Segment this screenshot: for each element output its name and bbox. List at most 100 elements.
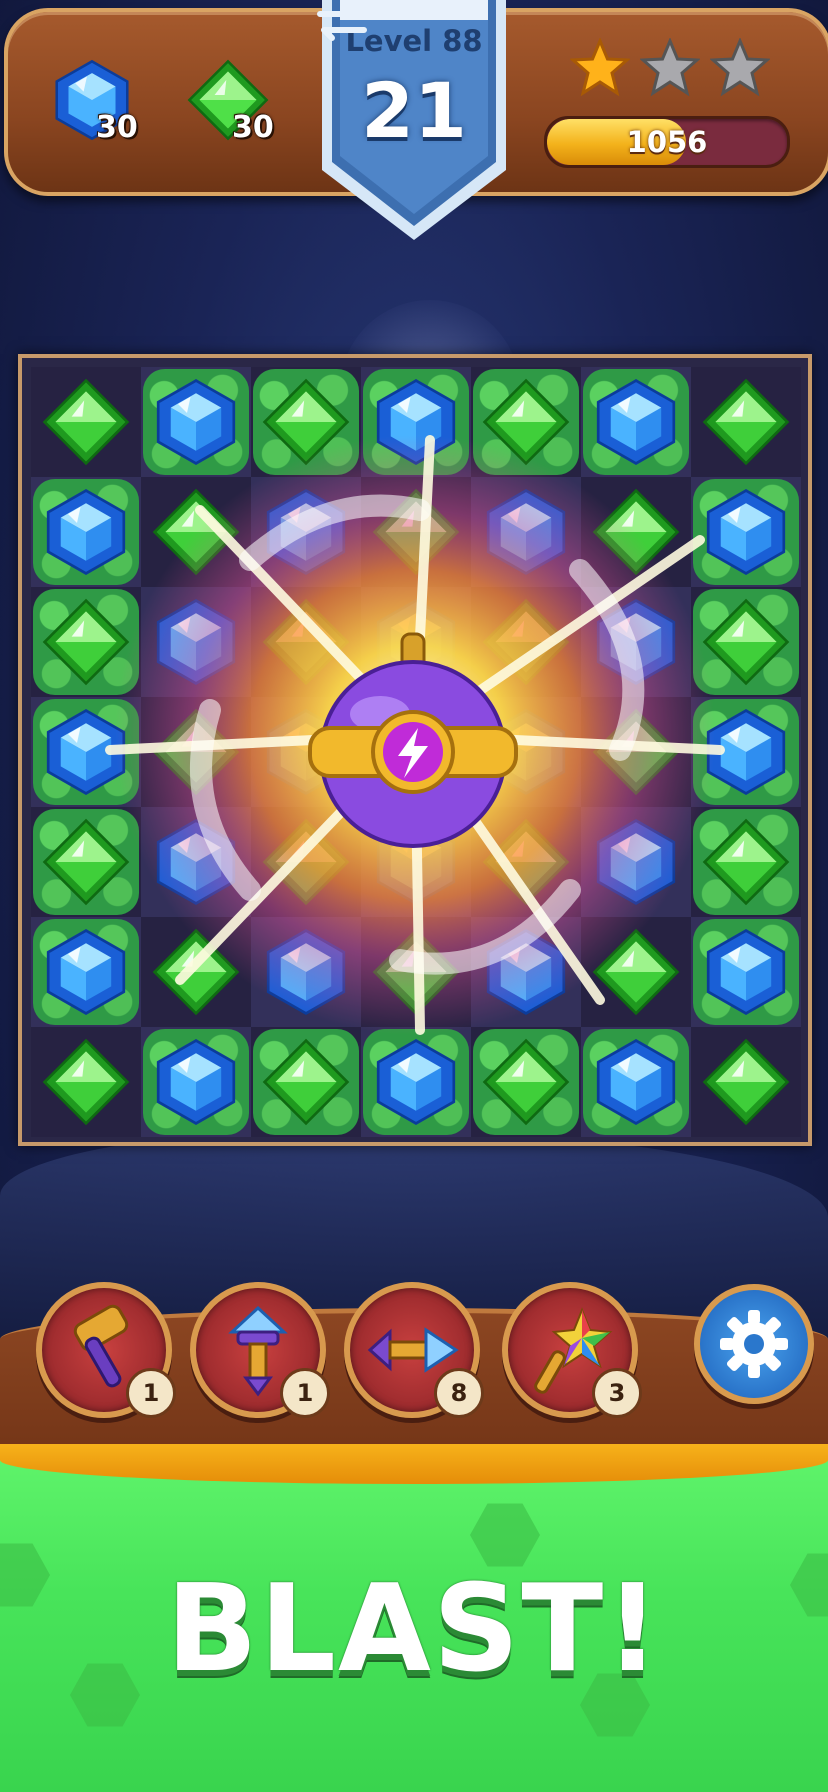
- board-cell[interactable]: [141, 697, 251, 807]
- goal-blue-count: 30: [96, 110, 138, 145]
- board-cell[interactable]: [691, 917, 801, 1027]
- settings-button[interactable]: [694, 1284, 814, 1404]
- green-diamond-gem-icon: [592, 928, 680, 1016]
- blue-hexagon-gem-icon: [596, 1039, 676, 1125]
- board-cell[interactable]: [141, 367, 251, 477]
- blue-hexagon-gem-icon: [156, 599, 236, 685]
- board-cell[interactable]: [691, 477, 801, 587]
- blue-hexagon-gem-icon: [486, 489, 566, 575]
- blue-hexagon-gem-icon: [46, 709, 126, 795]
- blue-hexagon-gem-icon: [46, 489, 126, 575]
- green-diamond-gem-icon: [702, 1038, 790, 1126]
- board-cell[interactable]: [581, 697, 691, 807]
- board-cell[interactable]: [361, 1027, 471, 1137]
- board-cell[interactable]: [31, 917, 141, 1027]
- star-empty-icon: [640, 38, 700, 97]
- goal-blue-gem: 30: [50, 58, 150, 148]
- green-diamond-gem-icon: [152, 488, 240, 576]
- board-cell[interactable]: [31, 1027, 141, 1137]
- blue-hexagon-gem-icon: [156, 1039, 236, 1125]
- blue-hexagon-gem-icon: [486, 929, 566, 1015]
- board-cell[interactable]: [581, 1027, 691, 1137]
- booster-arrow-rocket-count: 8: [434, 1368, 484, 1418]
- board-cell[interactable]: [691, 587, 801, 697]
- booster-crystal-drill-button[interactable]: 1: [190, 1282, 330, 1418]
- board-cell[interactable]: [141, 1027, 251, 1137]
- board-cell[interactable]: [581, 587, 691, 697]
- green-diamond-gem-icon: [372, 928, 460, 1016]
- blue-hexagon-gem-icon: [156, 379, 236, 465]
- booster-hammer-button[interactable]: 1: [36, 1282, 176, 1418]
- score-progress-bar: 1056: [544, 116, 790, 168]
- green-diamond-gem-icon: [372, 488, 460, 576]
- level-shield: Level 88 21: [314, 0, 514, 250]
- blue-hexagon-gem-icon: [596, 819, 676, 905]
- board-cell[interactable]: [691, 807, 801, 917]
- board-cell[interactable]: [471, 917, 581, 1027]
- blue-hexagon-gem-icon: [706, 489, 786, 575]
- board-cell[interactable]: [581, 367, 691, 477]
- star-filled-icon: [570, 38, 630, 97]
- green-diamond-gem-icon: [262, 1038, 350, 1126]
- board-cell[interactable]: [361, 367, 471, 477]
- board-cell[interactable]: [361, 477, 471, 587]
- star-rating: [570, 38, 770, 102]
- gear-icon: [720, 1310, 788, 1378]
- score-value: 1056: [626, 125, 708, 159]
- lightning-bomb-icon[interactable]: [300, 624, 530, 854]
- board-cell[interactable]: [691, 1027, 801, 1137]
- blue-hexagon-gem-icon: [706, 709, 786, 795]
- board-cell[interactable]: [471, 1027, 581, 1137]
- green-diamond-gem-icon: [592, 708, 680, 796]
- board-cell[interactable]: [471, 367, 581, 477]
- board-cell[interactable]: [31, 477, 141, 587]
- booster-hammer-count: 1: [126, 1368, 176, 1418]
- board-cell[interactable]: [31, 807, 141, 917]
- green-diamond-gem-icon: [262, 378, 350, 466]
- board-cell[interactable]: [581, 807, 691, 917]
- green-diamond-gem-icon: [702, 378, 790, 466]
- booster-arrow-rocket-button[interactable]: 8: [344, 1282, 484, 1418]
- green-diamond-gem-icon: [42, 1038, 130, 1126]
- board-cell[interactable]: [251, 917, 361, 1027]
- blue-hexagon-gem-icon: [46, 929, 126, 1015]
- banner-title: BLAST!: [166, 1560, 662, 1699]
- board-cell[interactable]: [361, 917, 471, 1027]
- board-cell[interactable]: [251, 477, 361, 587]
- board-cell[interactable]: [141, 587, 251, 697]
- swap-arrows-icon: [317, 3, 367, 41]
- board-cell[interactable]: [691, 367, 801, 477]
- booster-rainbow-wand-count: 3: [592, 1368, 642, 1418]
- green-diamond-gem-icon: [152, 708, 240, 796]
- blue-hexagon-gem-icon: [706, 929, 786, 1015]
- board-cell[interactable]: [31, 367, 141, 477]
- green-diamond-gem-icon: [702, 598, 790, 686]
- board-cell[interactable]: [581, 917, 691, 1027]
- goal-green-gem: 30: [186, 58, 286, 148]
- board-cell[interactable]: [31, 587, 141, 697]
- moves-counter: 21: [361, 66, 467, 155]
- blue-hexagon-gem-icon: [596, 379, 676, 465]
- green-diamond-gem-icon: [42, 378, 130, 466]
- top-bar: 30 30 Level 88 21 1056: [0, 0, 828, 240]
- board-cell[interactable]: [141, 807, 251, 917]
- board-cell[interactable]: [471, 477, 581, 587]
- board-cell[interactable]: [691, 697, 801, 807]
- board-cell[interactable]: [141, 917, 251, 1027]
- board-cell[interactable]: [31, 697, 141, 807]
- booster-crystal-drill-count: 1: [280, 1368, 330, 1418]
- green-diamond-gem-icon: [152, 928, 240, 1016]
- green-diamond-gem-icon: [482, 1038, 570, 1126]
- booster-rainbow-wand-button[interactable]: 3: [502, 1282, 642, 1418]
- blue-hexagon-gem-icon: [376, 379, 456, 465]
- blue-hexagon-gem-icon: [266, 929, 346, 1015]
- green-diamond-gem-icon: [592, 488, 680, 576]
- board-cell[interactable]: [141, 477, 251, 587]
- blue-hexagon-gem-icon: [596, 599, 676, 685]
- board-cell[interactable]: [251, 1027, 361, 1137]
- board-cell[interactable]: [251, 367, 361, 477]
- goal-green-count: 30: [232, 110, 274, 145]
- board-cell[interactable]: [581, 477, 691, 587]
- blue-hexagon-gem-icon: [266, 489, 346, 575]
- green-diamond-gem-icon: [42, 598, 130, 686]
